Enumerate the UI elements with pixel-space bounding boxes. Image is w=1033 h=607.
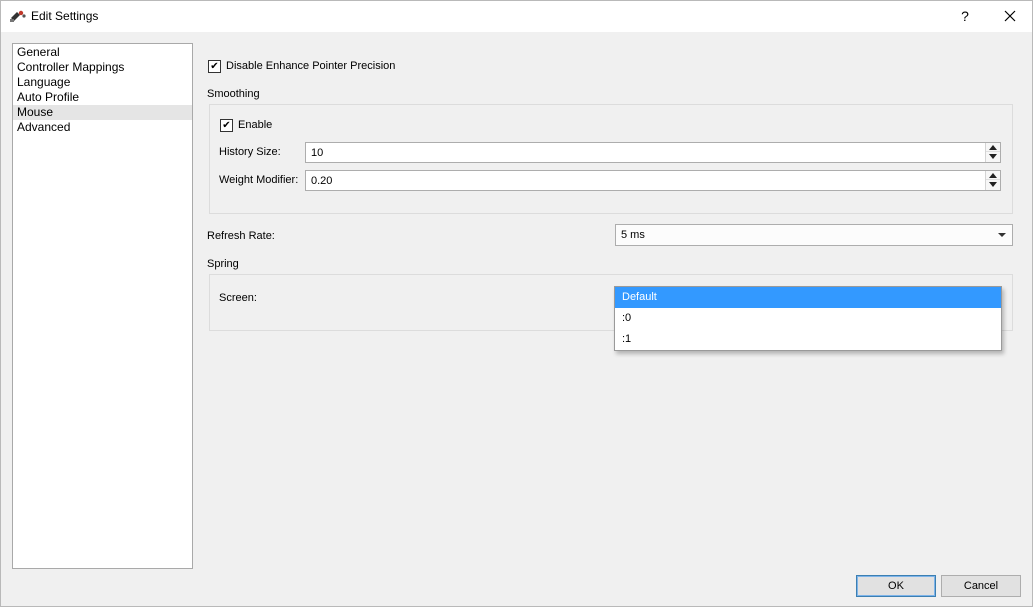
history-size-decrement[interactable] bbox=[986, 152, 1000, 161]
nav-item-controller-mappings[interactable]: Controller Mappings bbox=[13, 60, 192, 75]
screen-dropdown-list[interactable]: Default :0 :1 bbox=[614, 286, 1002, 351]
nav-item-auto-profile[interactable]: Auto Profile bbox=[13, 90, 192, 105]
smoothing-enable-checkbox[interactable] bbox=[220, 119, 233, 132]
weight-modifier-increment[interactable] bbox=[986, 171, 1000, 180]
screen-option-default[interactable]: Default bbox=[615, 287, 1001, 308]
weight-modifier-label: Weight Modifier: bbox=[219, 174, 299, 186]
screen-label: Screen: bbox=[219, 292, 257, 304]
title-bar[interactable]: Edit Settings ? bbox=[1, 1, 1032, 32]
settings-category-list[interactable]: General Controller Mappings Language Aut… bbox=[12, 43, 193, 569]
spring-heading: Spring bbox=[207, 258, 239, 270]
close-icon bbox=[1004, 10, 1016, 22]
window-title: Edit Settings bbox=[31, 9, 99, 23]
close-button[interactable] bbox=[996, 5, 1024, 27]
nav-item-advanced[interactable]: Advanced bbox=[13, 120, 192, 135]
chevron-down-icon bbox=[998, 233, 1006, 237]
history-size-label: History Size: bbox=[219, 146, 281, 158]
refresh-rate-combo[interactable]: 5 ms bbox=[615, 224, 1013, 246]
screen-option-0[interactable]: :0 bbox=[615, 308, 1001, 329]
smoothing-enable-label: Enable bbox=[238, 119, 273, 131]
history-size-spinbox[interactable]: 10 bbox=[305, 142, 1001, 163]
arrow-down-icon bbox=[989, 182, 997, 187]
smoothing-heading: Smoothing bbox=[207, 88, 260, 100]
weight-modifier-spinbox[interactable]: 0.20 bbox=[305, 170, 1001, 191]
screen-option-1[interactable]: :1 bbox=[615, 329, 1001, 350]
cancel-button[interactable]: Cancel bbox=[941, 575, 1021, 597]
nav-item-language[interactable]: Language bbox=[13, 75, 192, 90]
nav-item-mouse[interactable]: Mouse bbox=[13, 105, 192, 120]
gamepad-icon bbox=[10, 10, 26, 22]
arrow-up-icon bbox=[989, 173, 997, 178]
disable-precision-label: Disable Enhance Pointer Precision bbox=[226, 60, 396, 72]
nav-item-general[interactable]: General bbox=[13, 45, 192, 60]
weight-modifier-spin-buttons[interactable] bbox=[985, 171, 1000, 190]
edit-settings-dialog: Edit Settings ? General Controller Mappi… bbox=[0, 0, 1033, 607]
arrow-up-icon bbox=[989, 145, 997, 150]
ok-button[interactable]: OK bbox=[856, 575, 936, 597]
refresh-rate-value: 5 ms bbox=[621, 229, 645, 241]
weight-modifier-value: 0.20 bbox=[311, 175, 333, 187]
help-button[interactable]: ? bbox=[951, 5, 979, 27]
arrow-down-icon bbox=[989, 154, 997, 159]
history-size-increment[interactable] bbox=[986, 143, 1000, 152]
weight-modifier-decrement[interactable] bbox=[986, 180, 1000, 189]
disable-precision-checkbox[interactable] bbox=[208, 60, 221, 73]
history-size-value: 10 bbox=[311, 147, 324, 159]
refresh-rate-label: Refresh Rate: bbox=[207, 230, 275, 242]
history-size-spin-buttons[interactable] bbox=[985, 143, 1000, 162]
